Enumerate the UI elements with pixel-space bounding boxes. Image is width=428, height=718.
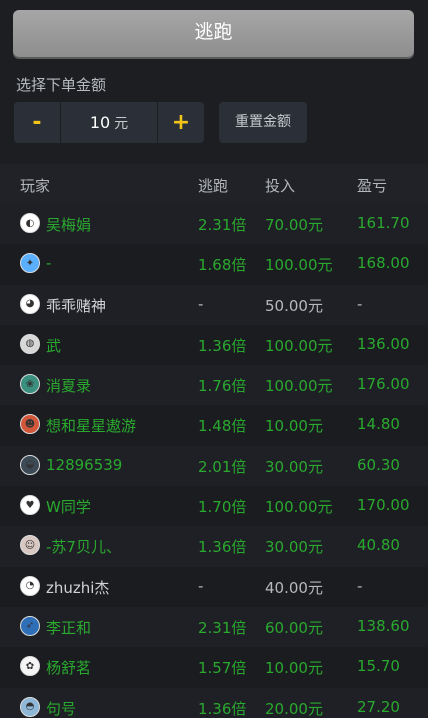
- table-row: ◍ 武 1.36倍 100.00元 136.00: [0, 324, 428, 366]
- player-bet: 40.00元: [265, 578, 323, 597]
- table-row: ➶ 李正和 2.31倍 60.00元 138.60: [0, 606, 428, 648]
- player-name: 武: [46, 336, 62, 355]
- player-profit: 136.00: [357, 334, 410, 353]
- player-name: 12896539: [46, 455, 123, 474]
- player-name: W同学: [46, 498, 91, 517]
- player-multiplier: -: [198, 576, 204, 595]
- player-bet: 100.00元: [265, 498, 333, 517]
- player-avatar-icon: ❀: [20, 374, 40, 395]
- player-profit: 15.70: [357, 657, 400, 676]
- player-profit: 176.00: [357, 375, 410, 394]
- escape-button[interactable]: 逃跑: [13, 10, 414, 57]
- players-table: 玩家 逃跑 投入 盈亏 ◐ 吴梅娟 2.31倍 70.00元 161.70 ✦ -1.68倍…: [0, 164, 428, 718]
- player-name: 李正和: [46, 618, 92, 637]
- player-bet: 20.00元: [265, 699, 323, 718]
- player-multiplier: 2.31倍: [198, 216, 247, 234]
- player-name: 杨舒茗: [46, 659, 92, 678]
- player-name: -: [46, 254, 52, 273]
- player-bet: 30.00元: [265, 457, 323, 476]
- player-avatar-icon: ☺: [20, 535, 40, 556]
- player-multiplier: 1.48倍: [198, 417, 247, 436]
- amount-value-field[interactable]: 10 元: [60, 102, 158, 143]
- player-avatar-icon: ◔: [20, 575, 40, 596]
- player-bet: 30.00元: [265, 538, 323, 557]
- player-multiplier: 1.36倍: [198, 699, 247, 718]
- player-avatar-icon: ✦: [20, 253, 40, 274]
- player-avatar-icon: ➶: [20, 615, 40, 636]
- player-avatar-icon: ◕: [20, 293, 40, 314]
- player-profit: 40.80: [357, 536, 400, 555]
- player-profit: 27.20: [357, 697, 400, 716]
- player-avatar-icon: ◐: [20, 213, 40, 233]
- player-bet: 70.00元: [265, 216, 323, 234]
- amount-label: 选择下单金额: [16, 76, 107, 94]
- player-multiplier: 2.31倍: [198, 618, 247, 637]
- table-row: ♥ W同学 1.70倍 100.00元 170.00: [0, 486, 428, 527]
- player-name: zhuzhi杰: [46, 578, 110, 597]
- player-name: 句号: [46, 699, 77, 718]
- table-row: ◔ zhuzhi杰 - 40.00元 -: [0, 566, 428, 607]
- player-profit: -: [357, 576, 363, 595]
- header-player: 玩家: [20, 177, 51, 195]
- player-bet: 100.00元: [265, 336, 333, 355]
- amount-unit: 元: [114, 115, 129, 132]
- player-profit: -: [357, 294, 363, 313]
- decrease-amount-button[interactable]: -: [14, 102, 60, 143]
- table-row: ✿ 杨舒茗 1.57倍 10.00元 15.70: [0, 647, 428, 688]
- player-profit: 60.30: [357, 455, 400, 474]
- player-profit: 161.70: [357, 214, 410, 232]
- player-bet: 100.00元: [265, 256, 333, 275]
- amount-value: 10: [89, 113, 111, 132]
- player-multiplier: 1.36倍: [198, 336, 247, 355]
- player-multiplier: 1.68倍: [198, 256, 247, 275]
- player-name: 吴梅娟: [46, 216, 92, 234]
- table-body: ◐ 吴梅娟 2.31倍 70.00元 161.70 ✦ -1.68倍 100.00元 168.0…: [0, 204, 428, 718]
- player-bet: 10.00元: [265, 659, 323, 678]
- player-multiplier: 1.36倍: [198, 538, 247, 557]
- player-avatar-icon: ◓: [20, 696, 40, 717]
- table-row: ☺ -苏7贝儿、 1.36倍 30.00元 40.80: [0, 526, 428, 567]
- table-header: 玩家 逃跑 投入 盈亏: [0, 164, 428, 204]
- header-profit: 盈亏: [357, 177, 388, 195]
- table-row: ◕ 乖乖赌神 - 50.00元 -: [0, 284, 428, 325]
- player-multiplier: 2.01倍: [198, 457, 247, 476]
- player-bet: 60.00元: [265, 618, 323, 637]
- player-multiplier: -: [198, 294, 204, 313]
- table-row: ☻ 想和星星遨游 1.48倍 10.00元 14.80: [0, 405, 428, 446]
- player-profit: 14.80: [357, 415, 400, 434]
- player-name: -苏7贝儿、: [46, 538, 121, 557]
- player-bet: 10.00元: [265, 417, 323, 436]
- table-row: ◒ 12896539 2.01倍 30.00元 60.30: [0, 445, 428, 487]
- header-multiplier: 逃跑: [198, 177, 229, 195]
- player-name: 消夏录: [46, 377, 92, 396]
- player-multiplier: 1.70倍: [198, 498, 247, 517]
- player-multiplier: 1.76倍: [198, 377, 247, 396]
- player-name: 想和星星遨游: [46, 417, 137, 436]
- player-avatar-icon: ♥: [20, 495, 40, 516]
- player-avatar-icon: ✿: [20, 656, 40, 677]
- player-avatar-icon: ◒: [20, 454, 40, 475]
- player-name: 乖乖赌神: [46, 296, 107, 315]
- header-bet: 投入: [265, 177, 296, 195]
- table-row: ◐ 吴梅娟 2.31倍 70.00元 161.70: [0, 204, 428, 245]
- player-profit: 168.00: [357, 254, 410, 273]
- player-bet: 50.00元: [265, 296, 323, 315]
- increase-amount-button[interactable]: +: [158, 102, 204, 143]
- crash-game-page: 逃跑 选择下单金额 - 10 元 + 重置金额 玩家 逃跑 投入 盈亏 ◐ 吴梅娟…: [0, 0, 428, 718]
- player-multiplier: 1.57倍: [198, 659, 247, 678]
- player-bet: 100.00元: [265, 377, 333, 396]
- player-avatar-icon: ☻: [20, 414, 40, 435]
- player-profit: 138.60: [357, 616, 410, 635]
- table-row: ✦ - 1.68倍 100.00元 168.00: [0, 244, 428, 285]
- table-row: ❀ 消夏录 1.76倍 100.00元 176.00: [0, 365, 428, 406]
- reset-amount-button[interactable]: 重置金额: [219, 102, 307, 143]
- player-profit: 170.00: [357, 496, 410, 515]
- player-avatar-icon: ◍: [20, 333, 40, 354]
- amount-stepper: - 10 元 +: [14, 102, 204, 143]
- table-row: ◓ 句号 1.36倍 20.00元 27.20: [0, 687, 428, 718]
